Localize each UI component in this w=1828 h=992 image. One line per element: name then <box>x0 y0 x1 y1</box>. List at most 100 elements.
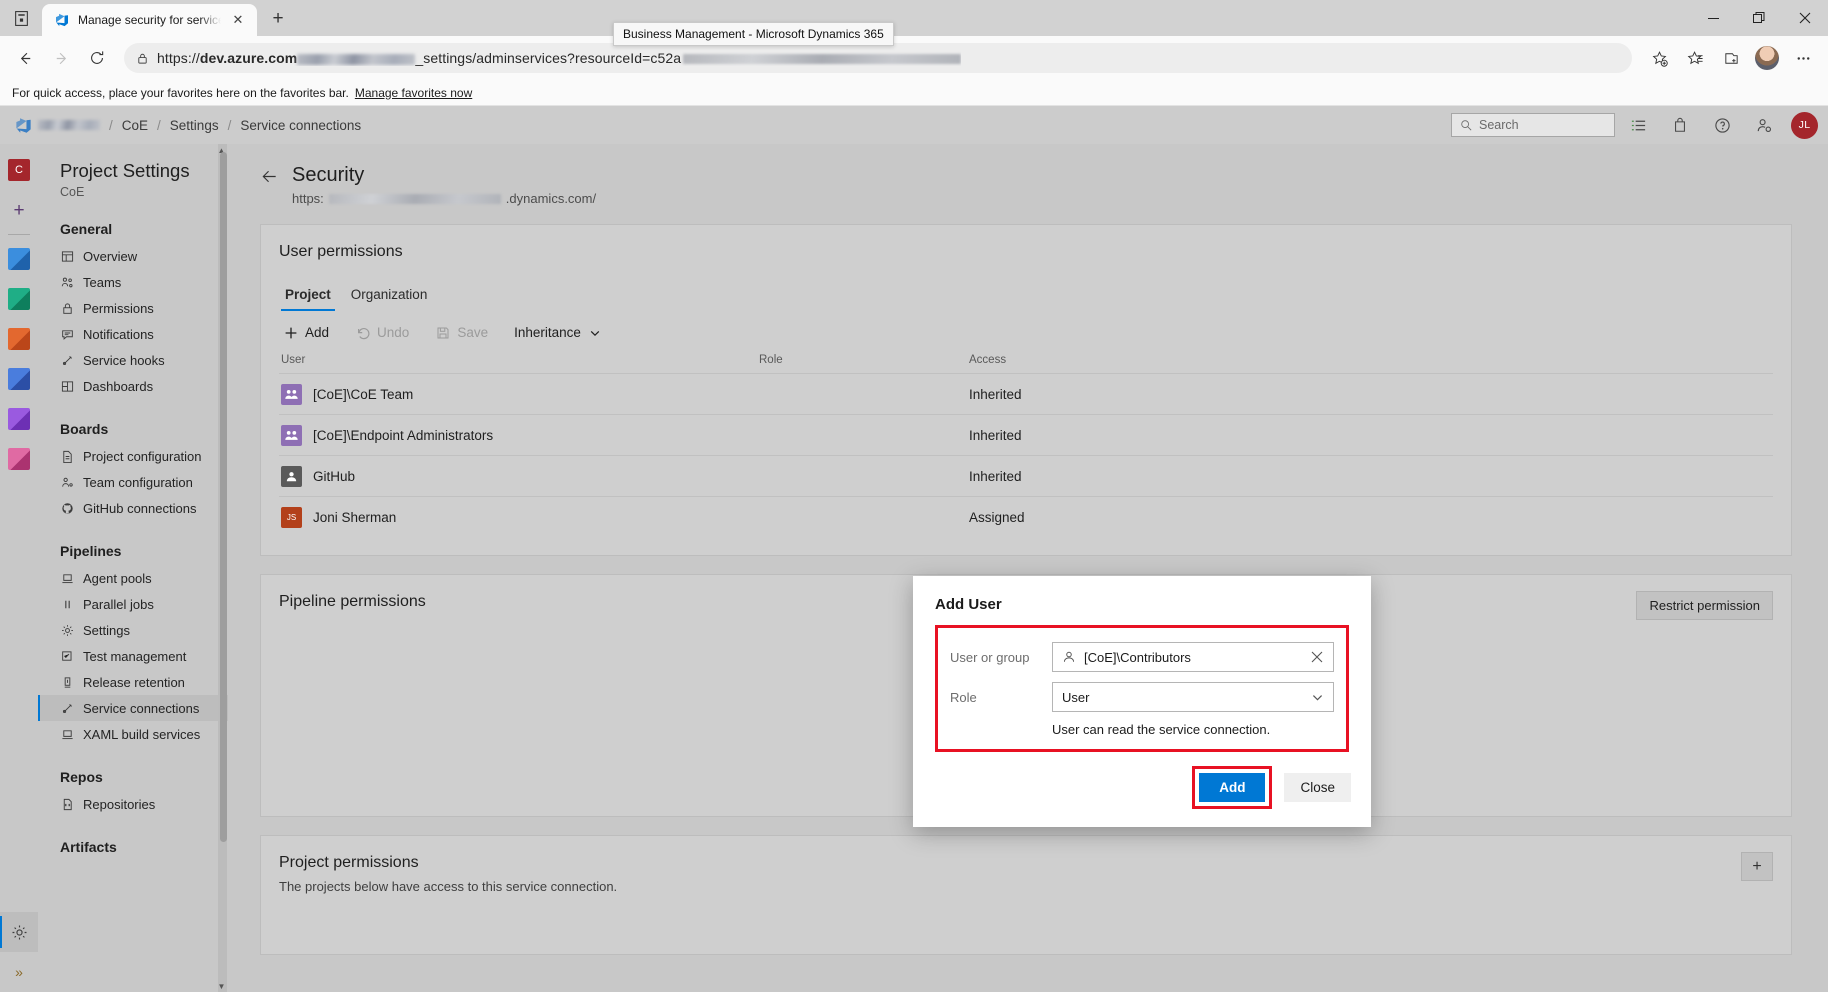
rail-expand-button[interactable]: » <box>0 952 38 992</box>
azure-devops-logo-icon[interactable] <box>8 116 38 135</box>
tab-organization[interactable]: Organization <box>345 283 434 311</box>
role-row: Role User <box>950 682 1334 712</box>
sidebar-item-dashboards[interactable]: Dashboards <box>38 373 228 399</box>
rail-item-project-settings[interactable] <box>0 912 38 952</box>
rail-item-overview[interactable] <box>0 239 38 279</box>
profile-icon[interactable] <box>1750 41 1784 75</box>
rail-item-artifacts[interactable] <box>0 439 38 479</box>
user-avatar[interactable]: JL <box>1791 111 1818 139</box>
rail-project-tile[interactable]: C <box>0 150 38 190</box>
rail-item-boards[interactable] <box>0 279 38 319</box>
browser-tab[interactable]: Manage security for service conn ✕ <box>42 4 257 36</box>
maximize-button[interactable] <box>1736 0 1782 36</box>
dialog-title: Add User <box>935 596 1002 613</box>
ado-header-actions: Search JL <box>1451 108 1818 142</box>
breadcrumb-item-project[interactable]: CoE <box>122 118 148 133</box>
sidebar-label: Overview <box>83 248 138 264</box>
rail-add-button[interactable]: + <box>0 190 38 230</box>
ado-global-header: / CoE / Settings / Service connections S… <box>0 106 1828 144</box>
sidebar-item-parallel-jobs[interactable]: Parallel jobs <box>38 591 228 617</box>
back-button-icon[interactable] <box>8 41 42 75</box>
notification-icon <box>60 327 74 341</box>
user-or-group-input[interactable]: [CoE]\Contributors <box>1052 642 1334 672</box>
add-project-permission-button[interactable]: + <box>1741 852 1773 881</box>
new-tab-button[interactable]: + <box>263 4 293 34</box>
global-search-box[interactable]: Search <box>1451 113 1615 137</box>
breadcrumb-item-settings[interactable]: Settings <box>170 118 219 133</box>
sidebar-scrollbar-thumb[interactable] <box>220 152 227 842</box>
table-row[interactable]: GitHub Inherited <box>279 455 1773 496</box>
teams-icon <box>60 275 74 289</box>
tab-close-icon[interactable]: ✕ <box>229 11 247 29</box>
sidebar-item-github-connections[interactable]: GitHub connections <box>38 495 228 521</box>
help-icon[interactable] <box>1703 108 1741 142</box>
breadcrumb-separator-1: / <box>109 117 113 133</box>
sidebar-item-notifications[interactable]: Notifications <box>38 321 228 347</box>
breadcrumb-item-service-connections[interactable]: Service connections <box>240 118 361 133</box>
repositories-icon <box>60 797 74 811</box>
sidebar-item-permissions[interactable]: Permissions <box>38 295 228 321</box>
clear-x-icon[interactable] <box>1310 650 1324 664</box>
undo-button[interactable]: Undo <box>355 325 409 340</box>
restrict-permission-button[interactable]: Restrict permission <box>1636 591 1773 620</box>
row-user-cell: [CoE]\Endpoint Administrators <box>279 424 759 446</box>
row-user-name: [CoE]\CoE Team <box>313 386 414 402</box>
user-permissions-title: User permissions <box>279 243 403 260</box>
sidebar-item-xaml-build-services[interactable]: XAML build services <box>38 721 228 747</box>
dialog-close-button[interactable]: Close <box>1284 773 1351 802</box>
left-rail: C + » <box>0 144 38 992</box>
sidebar-item-team-configuration[interactable]: Team configuration <box>38 469 228 495</box>
dialog-add-button[interactable]: Add <box>1199 773 1266 802</box>
row-user-name: Joni Sherman <box>313 509 397 525</box>
save-button[interactable]: Save <box>435 325 488 340</box>
nav-group-pipelines: Pipelines <box>60 543 122 559</box>
table-row[interactable]: [CoE]\CoE Team Inherited <box>279 373 1773 414</box>
scroll-down-arrow[interactable]: ▼ <box>217 980 226 992</box>
sidebar-item-teams[interactable]: Teams <box>38 269 228 295</box>
refresh-button-icon[interactable] <box>80 41 114 75</box>
chevron-down-icon[interactable] <box>1311 691 1324 704</box>
sidebar-item-overview[interactable]: Overview <box>38 243 228 269</box>
back-arrow-icon[interactable] <box>260 167 279 186</box>
sidebar-item-project-configuration[interactable]: Project configuration <box>38 443 228 469</box>
boards-list-icon[interactable] <box>1619 108 1657 142</box>
sidebar-label: Notifications <box>83 326 154 342</box>
row-user-cell: GitHub <box>279 465 759 487</box>
sidebar-label: Project configuration <box>83 448 202 464</box>
rail-item-pipelines[interactable] <box>0 359 38 399</box>
table-row[interactable]: [CoE]\Endpoint Administrators Inherited <box>279 414 1773 455</box>
forward-button-icon[interactable] <box>44 41 78 75</box>
rail-item-test-plans[interactable] <box>0 399 38 439</box>
sidebar-item-pipelines-settings[interactable]: Settings <box>38 617 228 643</box>
sidebar-item-test-management[interactable]: Test management <box>38 643 228 669</box>
breadcrumb-org-redacted[interactable] <box>38 120 100 130</box>
table-row[interactable]: JS Joni Sherman Assigned <box>279 496 1773 537</box>
sidebar-item-service-hooks[interactable]: Service hooks <box>38 347 228 373</box>
sidebar-item-service-connections[interactable]: Service connections <box>38 695 228 721</box>
search-icon <box>1461 120 1472 131</box>
ado-body: C + » Project Settings CoE General Overv… <box>0 144 1828 992</box>
sidebar-label: Settings <box>83 622 130 638</box>
close-window-button[interactable] <box>1782 0 1828 36</box>
sidebar-item-repositories[interactable]: Repositories <box>38 791 228 817</box>
minimize-button[interactable] <box>1690 0 1736 36</box>
sidebar-item-agent-pools[interactable]: Agent pools <box>38 565 228 591</box>
tab-project[interactable]: Project <box>279 283 337 311</box>
inheritance-dropdown[interactable]: Inheritance <box>514 325 603 340</box>
user-settings-icon[interactable] <box>1745 108 1783 142</box>
collections-icon[interactable] <box>1714 41 1748 75</box>
add-button[interactable]: Add <box>283 325 329 340</box>
sidebar-label: Service hooks <box>83 352 165 368</box>
save-icon <box>435 326 450 340</box>
role-value: User <box>1062 689 1090 705</box>
role-select[interactable]: User <box>1052 682 1334 712</box>
address-bar[interactable]: https://dev.azure.com _settings/adminserv… <box>124 43 1632 73</box>
more-icon[interactable] <box>1786 41 1820 75</box>
rail-item-repos[interactable] <box>0 319 38 359</box>
sidebar-item-release-retention[interactable]: Release retention <box>38 669 228 695</box>
manage-favorites-link[interactable]: Manage favorites now <box>355 86 472 100</box>
shopping-bag-icon[interactable] <box>1661 108 1699 142</box>
favorites-icon[interactable] <box>1678 41 1712 75</box>
add-favorite-icon[interactable] <box>1642 41 1676 75</box>
tab-actions-icon[interactable] <box>0 0 42 36</box>
